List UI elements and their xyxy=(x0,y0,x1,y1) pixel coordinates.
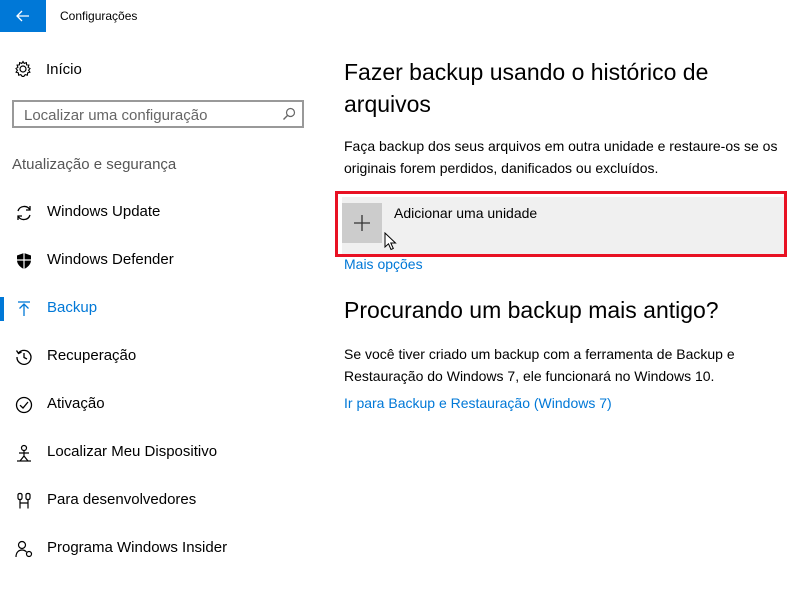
cursor-icon xyxy=(384,232,397,251)
restore-link[interactable]: Ir para Backup e Restauração (Windows 7) xyxy=(344,395,612,411)
plus-icon xyxy=(354,215,370,231)
sidebar-item-windows-update[interactable]: Windows Update xyxy=(0,193,320,233)
sidebar-item-localizar-dispositivo[interactable]: Localizar Meu Dispositivo xyxy=(0,433,320,473)
history-icon xyxy=(15,349,32,365)
sidebar: Início Localizar uma configuração Atuali… xyxy=(0,32,320,593)
add-drive-label: Adicionar uma unidade xyxy=(394,205,538,221)
developer-tools-icon xyxy=(17,492,31,509)
search-input[interactable]: Localizar uma configuração xyxy=(12,100,304,128)
older-backup-description: Se você tiver criado um backup com a fer… xyxy=(344,346,735,384)
back-button[interactable] xyxy=(0,0,46,32)
main-content: Fazer backup usando o histórico de arqui… xyxy=(342,0,794,593)
refresh-icon xyxy=(17,205,31,221)
sidebar-item-desenvolvedores[interactable]: Para desenvolvedores xyxy=(0,481,320,521)
sidebar-item-label: Ativação xyxy=(47,395,105,412)
sidebar-item-label: Programa Windows Insider xyxy=(47,539,228,556)
sidebar-item-label: Windows Update xyxy=(47,203,161,220)
add-drive-button[interactable]: Adicionar uma unidade xyxy=(342,197,784,255)
older-backup-heading: Procurando um backup mais antigo? xyxy=(344,297,719,323)
backup-arrow-icon xyxy=(18,301,30,316)
sidebar-item-label: Para desenvolvedores xyxy=(47,491,197,508)
sidebar-item-backup[interactable]: Backup xyxy=(0,289,320,329)
window-title: Configurações xyxy=(60,9,138,23)
sidebar-item-recuperacao[interactable]: Recuperação xyxy=(0,337,320,377)
shield-icon xyxy=(17,253,31,269)
gear-icon xyxy=(15,60,31,77)
section-label: Atualização e segurança xyxy=(12,156,177,173)
page-heading: Fazer backup usando o histórico de arqui… xyxy=(344,59,709,117)
more-options-link[interactable]: Mais opções xyxy=(344,256,423,272)
sidebar-item-ativacao[interactable]: Ativação xyxy=(0,385,320,425)
insider-person-icon xyxy=(15,540,33,558)
person-location-icon xyxy=(17,444,31,462)
sidebar-item-windows-insider[interactable]: Programa Windows Insider xyxy=(0,529,320,569)
selection-indicator xyxy=(0,297,4,321)
sidebar-item-label: Localizar Meu Dispositivo xyxy=(47,443,218,460)
sidebar-item-windows-defender[interactable]: Windows Defender xyxy=(0,241,320,281)
sidebar-item-label: Windows Defender xyxy=(47,251,174,268)
home-link[interactable]: Início xyxy=(14,60,82,78)
search-icon[interactable] xyxy=(282,107,296,121)
checkmark-circle-icon xyxy=(15,396,33,414)
back-arrow-icon xyxy=(16,10,29,22)
search-placeholder: Localizar uma configuração xyxy=(24,107,208,124)
home-label: Início xyxy=(46,60,82,78)
sidebar-item-label: Backup xyxy=(47,299,98,316)
plus-tile xyxy=(342,203,382,243)
backup-description: Faça backup dos seus arquivos em outra u… xyxy=(344,138,778,176)
sidebar-item-label: Recuperação xyxy=(47,347,137,364)
